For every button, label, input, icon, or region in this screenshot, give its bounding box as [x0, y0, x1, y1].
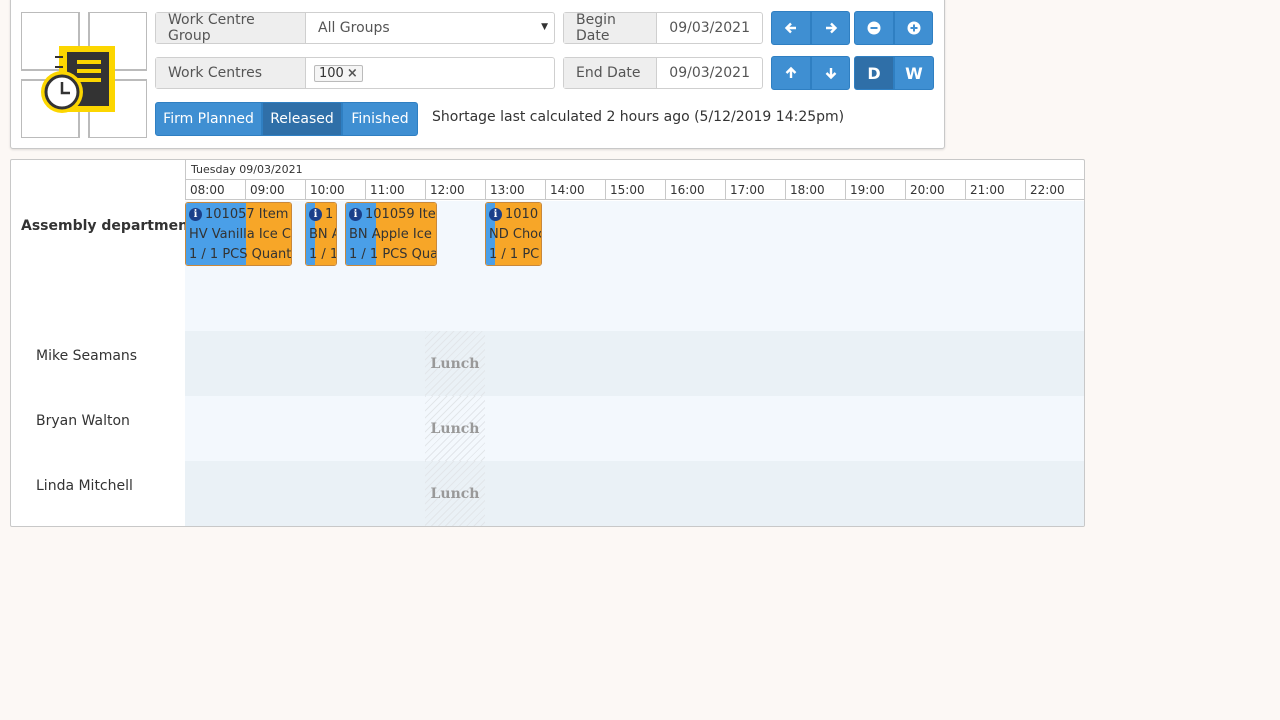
- zoom-buttons: [854, 11, 933, 45]
- hour-label: 18:00: [785, 180, 845, 200]
- work-centre-tag: 100 ×: [314, 64, 363, 82]
- work-centre-group-field: Work Centre Group All Groups ▼: [155, 12, 555, 44]
- work-centre-tag-label: 100: [319, 65, 344, 81]
- firm-planned-button[interactable]: Firm Planned: [155, 102, 262, 136]
- resource-name-linda-mitchell: Linda Mitchell: [36, 478, 133, 494]
- minus-circle-icon: [867, 21, 881, 35]
- row-order-buttons: [771, 56, 850, 90]
- shortage-status: Shortage last calculated 2 hours ago (5/…: [432, 109, 845, 125]
- order-title: 1: [325, 207, 334, 222]
- lunch-block: Lunch: [425, 396, 485, 461]
- order-quantity: 1 / 1 PC: [489, 247, 540, 262]
- work-centre-group-value: All Groups: [318, 20, 390, 36]
- order-title: 101059 Ite: [365, 207, 436, 222]
- work-centre-group-label: Work Centre Group: [156, 12, 306, 44]
- info-icon[interactable]: i: [189, 208, 202, 221]
- hour-label: 14:00: [545, 180, 605, 200]
- order-item: BN A: [309, 227, 336, 242]
- caret-down-icon: ▼: [541, 22, 548, 32]
- begin-date-input[interactable]: 09/03/2021: [657, 13, 762, 43]
- week-view-button[interactable]: W: [894, 56, 934, 90]
- resource-name-mike-seamans: Mike Seamans: [36, 348, 138, 364]
- order-title: 1010: [505, 207, 539, 222]
- move-up-button[interactable]: [771, 56, 811, 90]
- end-date-field: End Date 09/03/2021: [563, 57, 763, 89]
- order-item: BN Apple Ice I: [349, 227, 437, 242]
- filter-panel: Work Centre Group All Groups ▼ Work Cent…: [10, 0, 945, 149]
- day-view-button[interactable]: D: [854, 56, 894, 90]
- order-item: HV Vanilla Ice Cr: [189, 227, 292, 242]
- resource-row: [185, 331, 1084, 396]
- hour-label: 15:00: [605, 180, 665, 200]
- lunch-block: Lunch: [425, 461, 485, 526]
- hour-label: 22:00: [1025, 180, 1084, 200]
- resource-row: [185, 396, 1084, 461]
- hour-label: 19:00: [845, 180, 905, 200]
- finished-button[interactable]: Finished: [342, 102, 418, 136]
- production-order-101057[interactable]: i 101057 Item HV Vanilla Ice Cr 1 / 1 PCS Q…: [185, 202, 292, 266]
- end-date-label: End Date: [564, 58, 658, 88]
- work-centres-field: Work Centres 100 ×: [155, 57, 555, 89]
- view-toggle: D W: [854, 56, 934, 90]
- order-item: ND Choc: [489, 227, 542, 242]
- work-centre-group-select[interactable]: All Groups ▼: [306, 13, 554, 43]
- previous-button[interactable]: [771, 11, 811, 45]
- hour-label: 20:00: [905, 180, 965, 200]
- hour-label: 10:00: [305, 180, 365, 200]
- department-label: Assembly department: [21, 218, 195, 234]
- begin-date-label: Begin Date: [564, 12, 658, 44]
- work-centres-input[interactable]: 100 ×: [306, 58, 554, 88]
- navigation-buttons: [771, 11, 850, 45]
- info-icon[interactable]: i: [309, 208, 322, 221]
- plus-circle-icon: [907, 21, 920, 35]
- zoom-in-button[interactable]: [894, 11, 933, 45]
- zoom-out-button[interactable]: [854, 11, 894, 45]
- resource-name-bryan-walton: Bryan Walton: [36, 413, 130, 429]
- order-quantity: 1 / 1 PCS Qua: [349, 247, 437, 262]
- next-button[interactable]: [811, 11, 850, 45]
- hour-label: 12:00: [425, 180, 485, 200]
- hour-label: 11:00: [365, 180, 425, 200]
- hour-label: 16:00: [665, 180, 725, 200]
- app-logo: [20, 11, 148, 139]
- schedule-grid: Tuesday 09/03/2021 08:00 09:00 10:00 11:00 1…: [10, 159, 1085, 527]
- order-title: 101057 Item: [205, 207, 289, 222]
- production-order[interactable]: i 1010 ND Choc 1 / 1 PC: [485, 202, 542, 266]
- arrow-up-icon: [785, 66, 797, 78]
- hour-label: 17:00: [725, 180, 785, 200]
- hour-label: 08:00: [185, 180, 245, 200]
- info-icon[interactable]: i: [349, 208, 362, 221]
- work-centres-label: Work Centres: [156, 58, 306, 88]
- info-icon[interactable]: i: [489, 208, 502, 221]
- remove-tag-icon[interactable]: ×: [347, 66, 358, 81]
- move-down-button[interactable]: [811, 56, 850, 90]
- day-header: Tuesday 09/03/2021: [185, 160, 1084, 180]
- order-quantity: 1 / 1: [309, 247, 337, 262]
- arrow-down-icon: [825, 68, 836, 80]
- released-button[interactable]: Released: [262, 102, 342, 136]
- end-date-input[interactable]: 09/03/2021: [657, 58, 762, 88]
- lunch-block: Lunch: [425, 331, 485, 396]
- hour-label: 21:00: [965, 180, 1025, 200]
- resource-row: [185, 461, 1084, 526]
- hour-label: 13:00: [485, 180, 545, 200]
- arrow-left-icon: [784, 22, 796, 34]
- hour-label: 09:00: [245, 180, 305, 200]
- production-order[interactable]: i1 BN A 1 / 1: [305, 202, 337, 266]
- arrow-right-icon: [825, 22, 837, 34]
- order-quantity: 1 / 1 PCS Quanti: [189, 247, 292, 262]
- begin-date-field: Begin Date 09/03/2021: [563, 12, 763, 44]
- production-order-101059[interactable]: i 101059 Ite BN Apple Ice I 1 / 1 PCS Qua: [345, 202, 437, 266]
- status-filter: Firm Planned Released Finished: [155, 102, 418, 136]
